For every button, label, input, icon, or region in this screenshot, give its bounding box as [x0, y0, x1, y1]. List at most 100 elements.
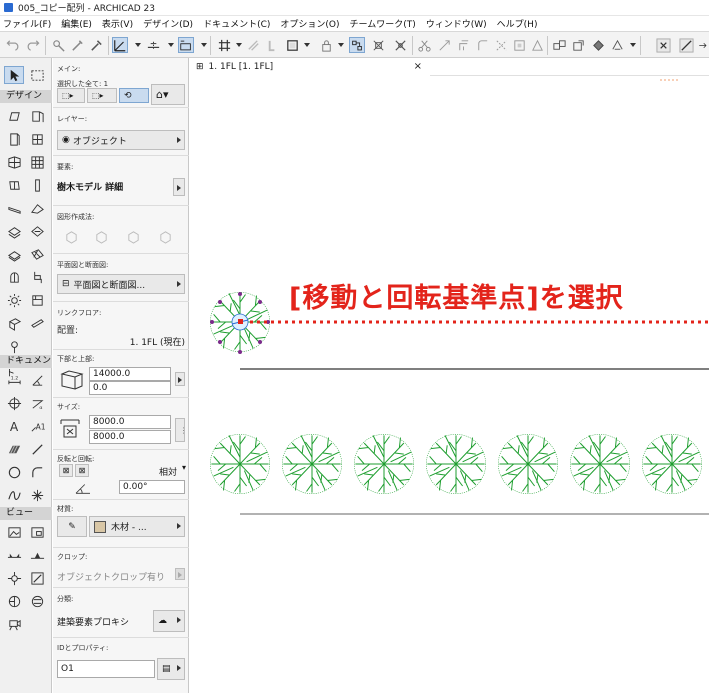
hotspot-tool-icon[interactable] [27, 486, 47, 504]
lamp-tool-icon[interactable] [4, 291, 24, 309]
bottom-height-input[interactable]: 0.0 [89, 381, 171, 395]
show-hide-icon[interactable] [370, 37, 386, 53]
lock-icon[interactable] [318, 37, 334, 53]
window-tool-icon[interactable] [4, 130, 24, 148]
grid-snap-icon[interactable] [178, 37, 194, 53]
classify-button[interactable]: ☁ [153, 610, 185, 632]
door-tool-icon[interactable] [27, 107, 47, 125]
explode-icon[interactable] [493, 37, 509, 53]
label-tool-icon[interactable]: A1 [27, 417, 47, 435]
geometry-method-1-icon[interactable] [63, 228, 79, 244]
fillet-icon[interactable] [474, 37, 490, 53]
grid-icon[interactable] [216, 37, 232, 53]
material-dropdown[interactable]: 木材 - ... [89, 516, 185, 537]
relative-label[interactable]: 相対 [159, 465, 177, 478]
pick-icon[interactable] [50, 37, 66, 53]
trace-icon[interactable] [284, 37, 300, 53]
text-tool-icon[interactable]: A [4, 417, 24, 435]
section-tool-icon[interactable] [4, 546, 24, 564]
elevation-tool-icon[interactable] [27, 546, 47, 564]
bed-object-icon[interactable] [27, 291, 47, 309]
fill-tool-icon[interactable] [4, 440, 24, 458]
railing-tool-icon[interactable] [27, 153, 47, 171]
arrow-tool-icon[interactable] [4, 66, 24, 84]
mesh-tool-icon[interactable] [27, 245, 47, 263]
eyedropper-icon[interactable] [88, 37, 104, 53]
palette-section-document[interactable]: ドキュメント [0, 355, 52, 379]
redo-icon[interactable] [24, 37, 40, 53]
rotate-icon[interactable] [590, 37, 606, 53]
wall-corner-icon[interactable] [264, 37, 280, 53]
size-lock-button[interactable]: ⋮ [175, 418, 185, 442]
id-properties-button[interactable]: ▤ [157, 658, 185, 680]
stair-tool-icon[interactable] [4, 245, 24, 263]
level-dimension-tool-icon[interactable] [4, 394, 24, 412]
object-tool-icon[interactable] [27, 268, 47, 286]
beam-tool-icon[interactable] [27, 176, 47, 194]
spline-tool-icon[interactable] [4, 486, 24, 504]
marquee-type-button[interactable]: ⬚▸ [87, 88, 117, 103]
adjust-icon[interactable] [436, 37, 452, 53]
menu-window[interactable]: ウィンドウ(W) [426, 17, 487, 30]
menu-options[interactable]: オプション(O) [280, 17, 339, 30]
radial-dimension-tool-icon[interactable]: α [27, 394, 47, 412]
id-input[interactable]: O1 [57, 660, 155, 678]
line-tool-icon[interactable] [27, 440, 47, 458]
crop-expand-button[interactable] [175, 568, 185, 580]
beam-3d-tool-icon[interactable] [27, 314, 47, 332]
resize-icon[interactable] [511, 37, 527, 53]
align-icon[interactable] [609, 37, 625, 53]
picture-tool-icon[interactable] [4, 523, 24, 541]
arc-tool-icon[interactable] [27, 463, 47, 481]
plan-section-button[interactable]: ⊟ 平面図と断面図... [57, 274, 185, 294]
curtain-wall-tool-icon[interactable] [4, 153, 24, 171]
stretch-icon[interactable] [697, 37, 709, 53]
opening-tool-icon[interactable] [4, 314, 24, 332]
tab-1fl[interactable]: ⊞ 1. 1FL [1. 1FL] × [190, 58, 430, 76]
geometry-method-2-icon[interactable] [93, 228, 109, 244]
wall-tool-icon[interactable] [4, 107, 24, 125]
elevate-icon[interactable] [529, 37, 545, 53]
interior-elevation-tool-icon[interactable] [4, 592, 24, 610]
snap-guides-icon[interactable] [112, 37, 128, 53]
geometry-method-3-icon[interactable] [125, 228, 141, 244]
circle-tool-icon[interactable] [4, 463, 24, 481]
crop-value[interactable]: オブジェクトクロップ有り [57, 570, 165, 583]
skylight-tool-icon[interactable] [27, 130, 47, 148]
rotation-angle-input[interactable]: 0.00° [119, 480, 185, 494]
geometry-method-4-icon[interactable] [157, 228, 173, 244]
object-settings-button[interactable]: ⌂▾ [151, 84, 185, 105]
menu-view[interactable]: 表示(V) [102, 17, 133, 30]
mirror-x-button[interactable]: ⊠ [59, 464, 73, 477]
camera-tool-icon[interactable] [4, 615, 24, 633]
menu-edit[interactable]: 編集(E) [61, 17, 92, 30]
width-input[interactable]: 8000.0 [89, 415, 171, 429]
rotate-method-button[interactable]: ⟲ [119, 88, 149, 103]
hatch-icon[interactable] [245, 37, 261, 53]
roof-tool-icon[interactable] [27, 199, 47, 217]
selected-tree-object[interactable] [209, 291, 271, 354]
inject-icon[interactable] [69, 37, 85, 53]
detail-tool-icon[interactable] [4, 569, 24, 587]
mirror-y-button[interactable]: ⊠ [75, 464, 89, 477]
dimension-tool-icon[interactable]: 1.2 [4, 371, 24, 389]
placement-value[interactable]: 1. 1FL (現在) [130, 335, 185, 348]
angle-dimension-tool-icon[interactable] [27, 371, 47, 389]
relative-dropdown-icon[interactable]: ▾ [182, 463, 186, 472]
pin-tool-icon[interactable] [4, 337, 24, 355]
morph-tool-icon[interactable] [27, 222, 47, 240]
menu-file[interactable]: ファイル(F) [3, 17, 51, 30]
drawing-tool-icon[interactable] [27, 523, 47, 541]
suspend-group-icon[interactable] [349, 37, 365, 53]
multiply-icon[interactable] [551, 37, 567, 53]
menu-design[interactable]: デザイン(D) [143, 17, 193, 30]
selection-arrow-button[interactable]: ⬚▸ [57, 88, 85, 103]
column-tool-icon[interactable] [4, 176, 24, 194]
magic-wand-icon[interactable] [392, 37, 408, 53]
offset-icon[interactable] [455, 37, 471, 53]
height-expand-button[interactable] [175, 372, 185, 386]
mirror-icon[interactable] [570, 37, 586, 53]
palette-section-view[interactable]: ビュー [0, 507, 52, 520]
worksheet-tool-icon[interactable] [27, 569, 47, 587]
element-expand-button[interactable] [173, 178, 185, 196]
